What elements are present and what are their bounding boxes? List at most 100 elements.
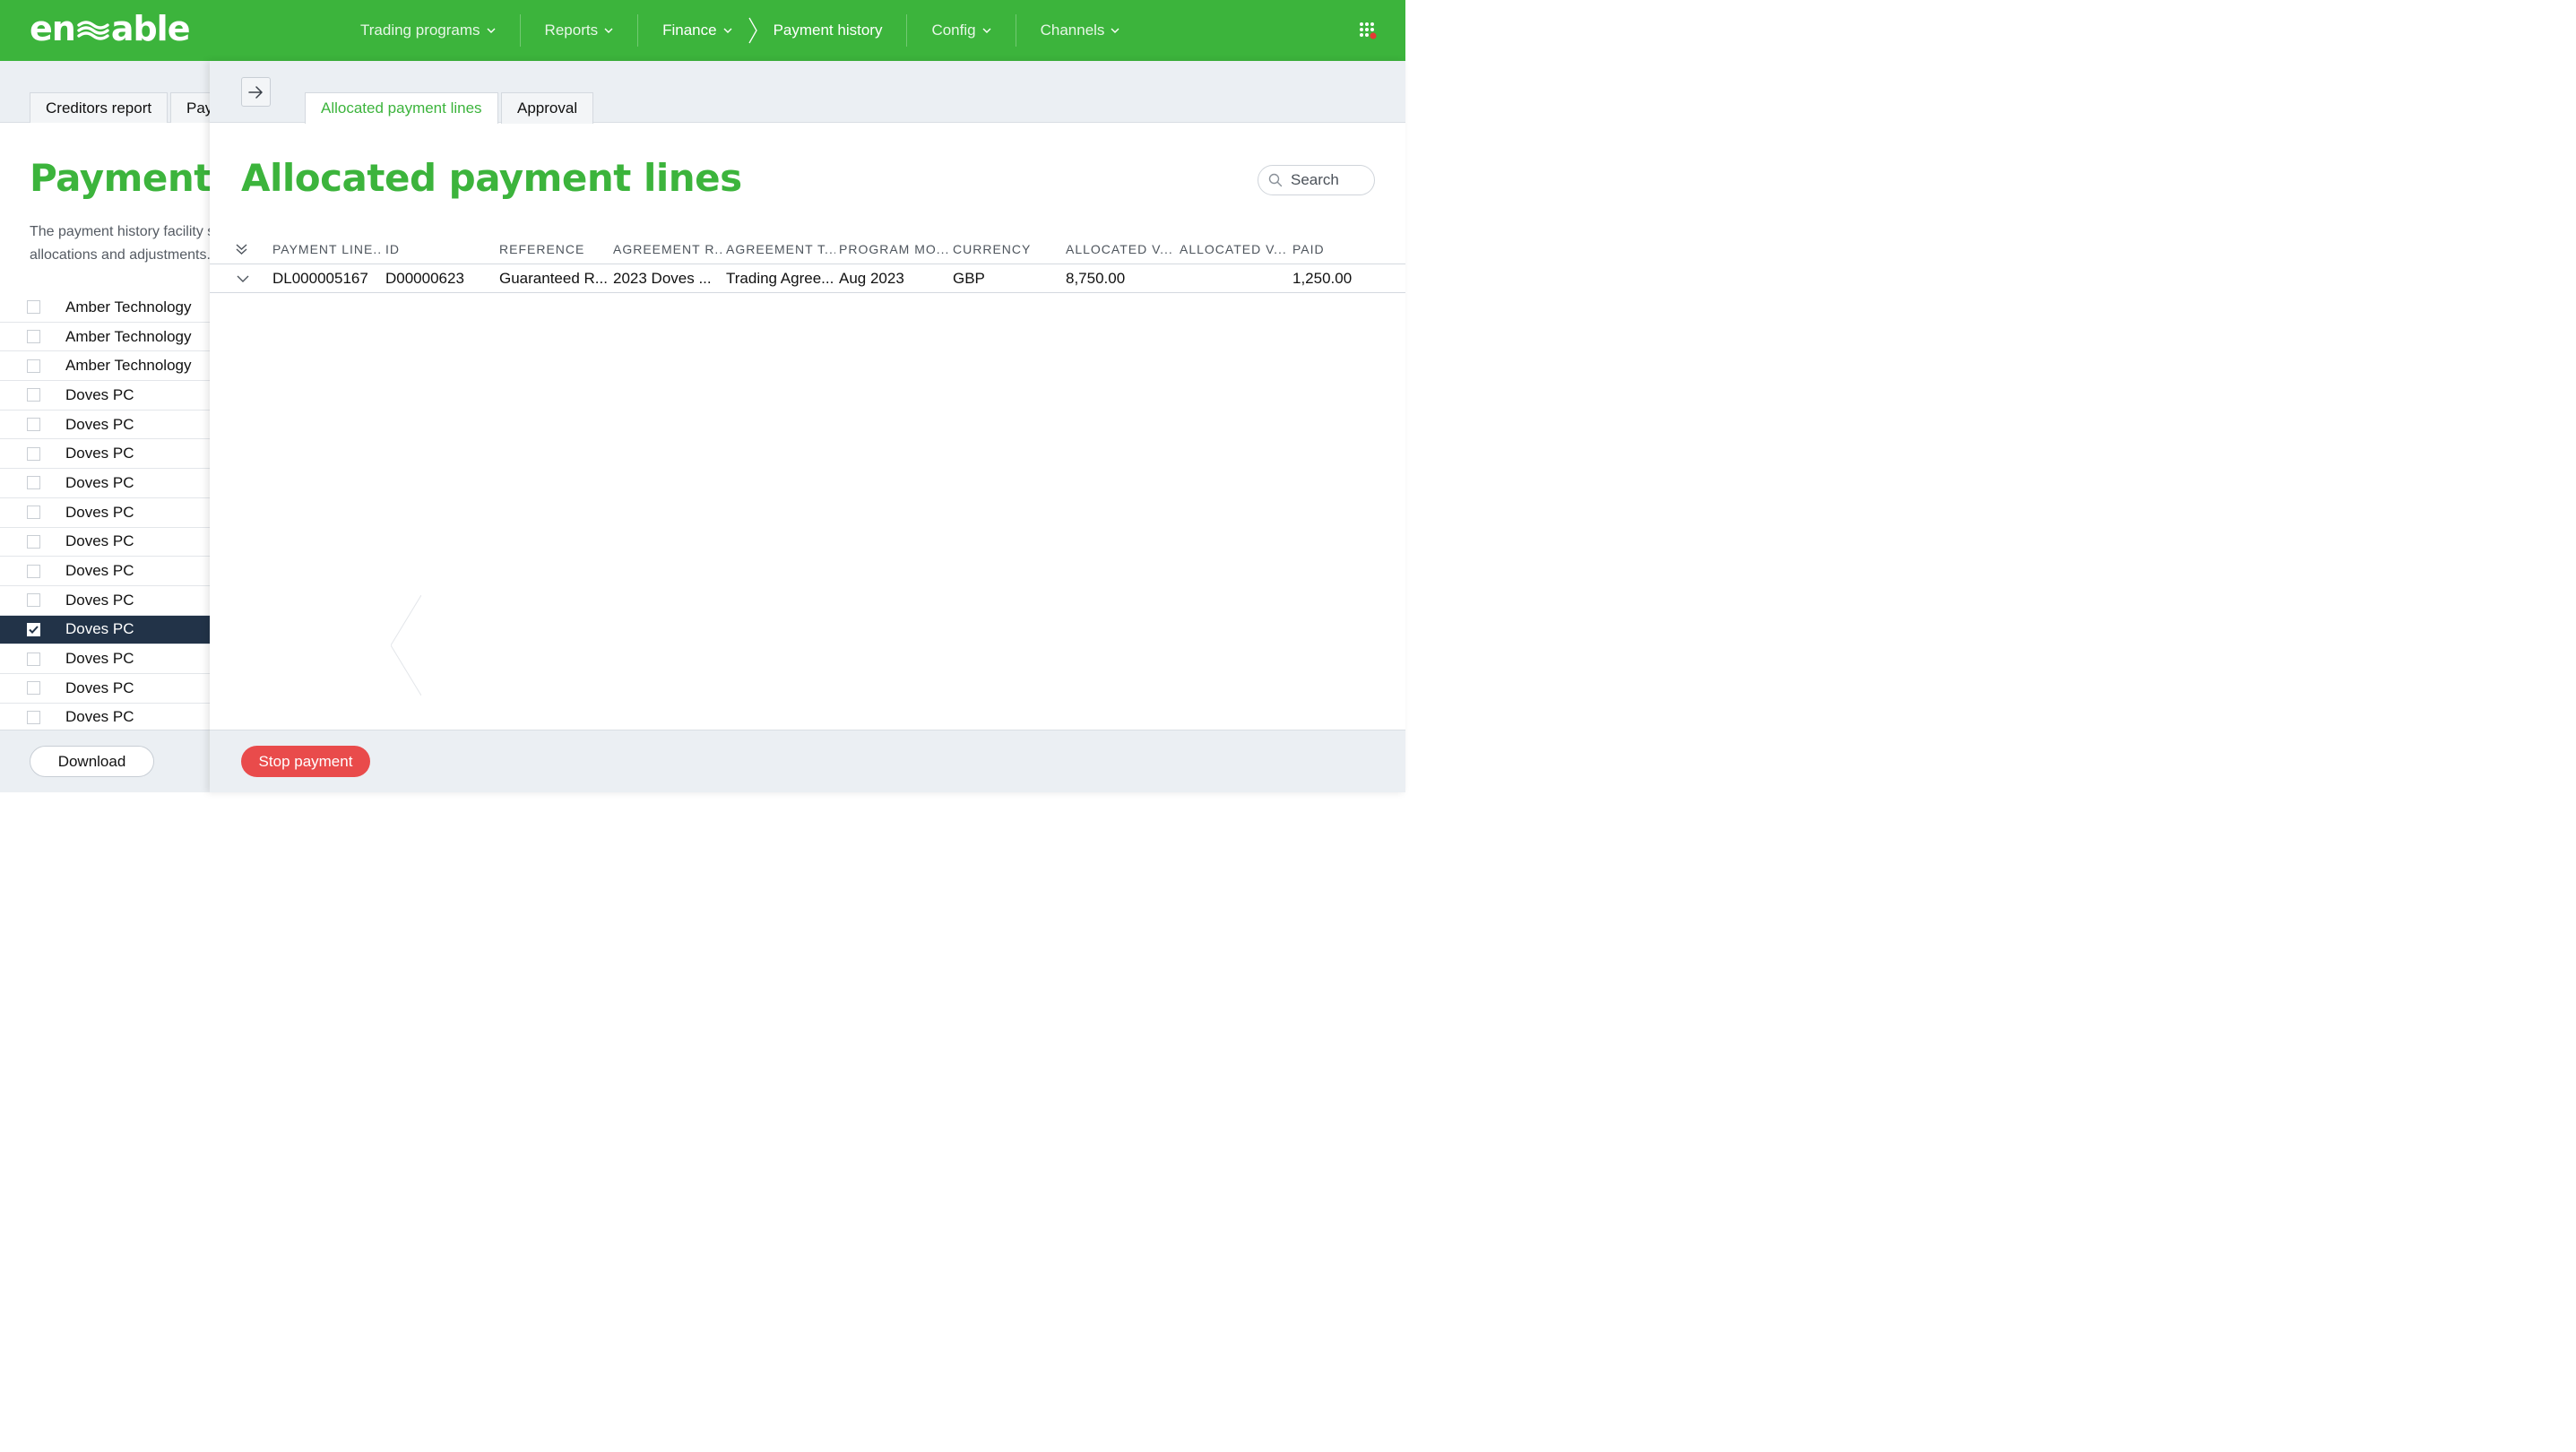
- column-header[interactable]: PROGRAM MO...: [839, 233, 948, 264]
- list-item[interactable]: Amber Technology: [0, 293, 212, 323]
- row-checkbox[interactable]: [27, 359, 40, 373]
- list-item[interactable]: Amber Technology: [0, 323, 212, 352]
- nav-finance[interactable]: Finance: [650, 14, 744, 47]
- drawer-tabs-bar: Allocated payment lines Approval: [210, 61, 1405, 124]
- tab-label: Allocated payment lines: [321, 99, 482, 117]
- nav-config[interactable]: Config: [919, 14, 1003, 47]
- breadcrumb-separator-icon: [748, 17, 757, 44]
- row-checkbox[interactable]: [27, 506, 40, 520]
- main-nav: Trading programs Reports Finance Payment…: [348, 0, 1132, 61]
- nav-channels[interactable]: Channels: [1028, 14, 1133, 47]
- row-checkbox[interactable]: [27, 388, 40, 402]
- list-item[interactable]: Amber Technology: [0, 351, 212, 382]
- column-header[interactable]: ALLOCATED V...: [1066, 233, 1175, 264]
- row-checkbox[interactable]: [27, 418, 40, 432]
- tab-payment-history[interactable]: Payment history: [170, 92, 212, 123]
- row-checkbox[interactable]: [27, 300, 40, 315]
- nav-label: Config: [931, 22, 976, 39]
- double-chevron-down-icon: [236, 244, 247, 255]
- list-item[interactable]: Doves PC: [0, 469, 212, 498]
- download-button[interactable]: Download: [30, 746, 154, 777]
- list-item-label: Doves PC: [65, 385, 134, 403]
- list-item-label: Doves PC: [65, 678, 134, 696]
- table-row[interactable]: DL000005167 D00000623 Guaranteed R... 2023 …: [210, 264, 1405, 293]
- nav-trading-programs[interactable]: Trading programs: [348, 14, 508, 47]
- column-header[interactable]: ALLOCATED V...: [1180, 233, 1289, 264]
- list-item-label: Doves PC: [65, 503, 134, 521]
- list-item[interactable]: Doves PC: [0, 615, 212, 645]
- table-cell: DL000005167: [272, 270, 368, 287]
- tab-label: Creditors report: [46, 99, 152, 117]
- arrow-right-icon: [248, 85, 263, 99]
- row-expand-button[interactable]: [237, 264, 255, 293]
- column-header[interactable]: AGREEMENT T...: [726, 233, 835, 264]
- checkmark-icon: [29, 626, 39, 634]
- list-item-label: Doves PC: [65, 415, 134, 433]
- allocated-payment-lines-drawer: Allocated payment lines Approval Allocat…: [210, 61, 1405, 792]
- nav-reports[interactable]: Reports: [532, 14, 627, 47]
- description-line: The payment history facility shows the h…: [30, 224, 212, 239]
- row-checkbox[interactable]: [27, 534, 40, 549]
- nav-divider: [637, 14, 639, 47]
- search-icon: [1268, 173, 1283, 187]
- table-header: PAYMENT LINE... ID REFERENCE AGREEMENT R...…: [210, 233, 1405, 264]
- tab-allocated-payment-lines[interactable]: Allocated payment lines: [305, 92, 498, 124]
- row-checkbox[interactable]: [27, 710, 40, 724]
- row-checkbox[interactable]: [27, 622, 40, 636]
- row-checkbox[interactable]: [27, 330, 40, 344]
- chevron-down-icon: [237, 275, 249, 282]
- table-cell: [1180, 264, 1289, 293]
- table-cell: Trading Agree...: [726, 270, 834, 287]
- list-item-label: Doves PC: [65, 708, 134, 726]
- payment-lines-table: PAYMENT LINE... ID REFERENCE AGREEMENT R...…: [210, 233, 1405, 293]
- logo-wave-icon: [77, 21, 109, 40]
- list-item[interactable]: Doves PC: [0, 498, 212, 528]
- stop-payment-button[interactable]: Stop payment: [241, 746, 370, 777]
- payment-history-panel: Creditors report Payment history Payment…: [0, 61, 212, 792]
- nav-label: Channels: [1040, 22, 1105, 39]
- list-item[interactable]: Doves PC: [0, 586, 212, 616]
- list-item-label: Doves PC: [65, 620, 134, 638]
- list-item[interactable]: Doves PC: [0, 528, 212, 557]
- chevron-down-icon: [604, 28, 613, 33]
- column-header[interactable]: REFERENCE: [499, 233, 609, 264]
- chevron-down-icon: [487, 28, 496, 33]
- list-item[interactable]: Doves PC: [0, 557, 212, 586]
- list-item[interactable]: Doves PC: [0, 674, 212, 704]
- tab-approval[interactable]: Approval: [501, 92, 594, 124]
- row-checkbox[interactable]: [27, 446, 40, 461]
- search-input[interactable]: Search: [1258, 165, 1375, 195]
- nav-divider: [906, 14, 908, 47]
- row-checkbox[interactable]: [27, 593, 40, 608]
- list-item-label: Doves PC: [65, 473, 134, 491]
- list-item-label: Amber Technology: [65, 327, 192, 345]
- page-title: Payment history: [30, 156, 212, 200]
- list-item[interactable]: Doves PC: [0, 381, 212, 411]
- list-item-label: Amber Technology: [65, 357, 192, 375]
- chevron-down-icon: [982, 28, 991, 33]
- list-item[interactable]: Doves PC: [0, 411, 212, 440]
- nav-label: Payment history: [773, 22, 883, 39]
- description-line: allocations and adjustments.: [30, 247, 211, 263]
- grid-apps-icon[interactable]: [1359, 22, 1379, 41]
- expand-all-button[interactable]: [235, 233, 253, 264]
- table-cell: Guaranteed R...: [499, 270, 608, 287]
- row-checkbox[interactable]: [27, 476, 40, 490]
- row-checkbox[interactable]: [27, 564, 40, 578]
- tab-creditors-report[interactable]: Creditors report: [30, 92, 169, 123]
- column-header[interactable]: PAYMENT LINE...: [272, 233, 382, 264]
- row-checkbox[interactable]: [27, 652, 40, 666]
- list-item[interactable]: Doves PC: [0, 644, 212, 674]
- nav-payment-history[interactable]: Payment history: [761, 14, 895, 47]
- row-checkbox[interactable]: [27, 681, 40, 696]
- table-cell: GBP: [953, 270, 985, 287]
- column-header[interactable]: CURRENCY: [953, 233, 1062, 264]
- list-item[interactable]: Doves PC: [0, 439, 212, 470]
- column-header[interactable]: ID: [385, 233, 495, 264]
- list-item-label: Doves PC: [65, 650, 134, 668]
- close-drawer-button[interactable]: [241, 77, 271, 107]
- list-item[interactable]: Doves PC: [0, 704, 212, 733]
- column-header[interactable]: AGREEMENT R...: [613, 233, 722, 264]
- enable-logo[interactable]: en able: [30, 11, 190, 47]
- column-header[interactable]: PAID: [1292, 233, 1402, 264]
